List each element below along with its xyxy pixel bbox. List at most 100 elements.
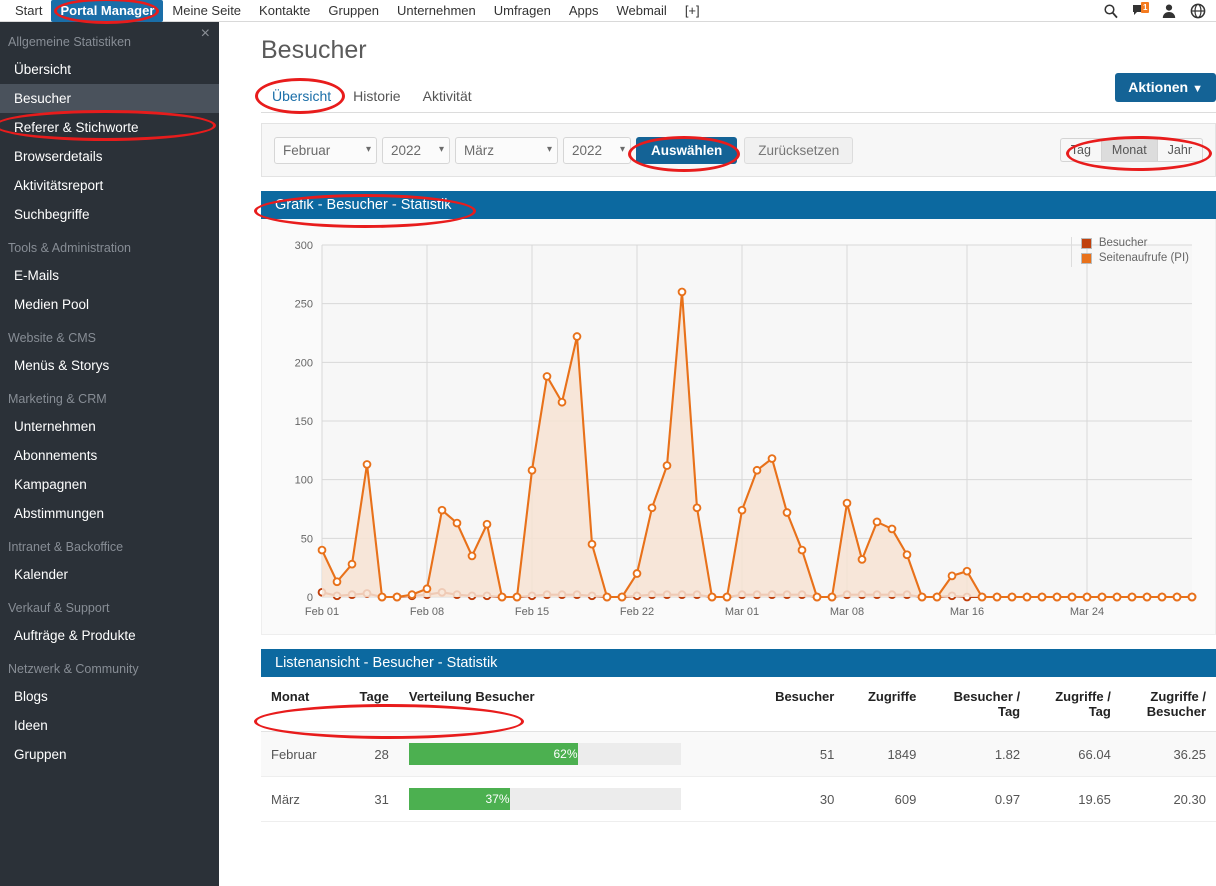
sidebar-item-ideen[interactable]: Ideen bbox=[0, 711, 219, 740]
cell-zugriffe-tag: 19.65 bbox=[1030, 776, 1121, 822]
sidebar-item-men-s-storys[interactable]: Menüs & Storys bbox=[0, 351, 219, 380]
auswaehlen-button[interactable]: Auswählen bbox=[636, 136, 738, 164]
cell-tage: 31 bbox=[339, 776, 399, 822]
from-year-select[interactable]: 2022 bbox=[382, 136, 450, 164]
sidebar-group-title: Verkauf & Support bbox=[8, 601, 110, 615]
nav-item-unternehmen[interactable]: Unternehmen bbox=[388, 0, 485, 22]
nav-item-webmail[interactable]: Webmail bbox=[607, 0, 675, 22]
sidebar-item-gruppen[interactable]: Gruppen bbox=[0, 740, 219, 769]
top-navbar-icons: 1 bbox=[1103, 1, 1216, 19]
filter-bar: Februar ▾ 2022 ▾ März ▾ 2022 ▾ Auswählen… bbox=[261, 123, 1216, 177]
sidebar: × Allgemeine Statistiken Übersicht Besuche… bbox=[0, 22, 219, 886]
legend-item-seitenaufrufe[interactable]: Seitenaufrufe (PI) bbox=[1080, 252, 1189, 264]
legend-item-besucher[interactable]: Besucher bbox=[1080, 237, 1189, 249]
sidebar-item-bersicht[interactable]: Übersicht bbox=[0, 55, 219, 84]
y-tick-label: 300 bbox=[295, 240, 313, 252]
legend-label-besucher: Besucher bbox=[1098, 237, 1148, 249]
cell-besucher: 30 bbox=[749, 776, 845, 822]
globe-icon[interactable] bbox=[1190, 3, 1206, 19]
sidebar-item-blogs[interactable]: Blogs bbox=[0, 682, 219, 711]
table-header-c-zug: Zugriffe bbox=[844, 677, 927, 732]
progress-track: 62% bbox=[408, 743, 681, 765]
sidebar-item-kalender[interactable]: Kalender bbox=[0, 560, 219, 589]
cell-zugriffe: 1849 bbox=[844, 731, 927, 777]
visitors-chart: 0 50 100 150 200 250 300 Feb 01 Feb 08 Feb 15 Feb … bbox=[295, 240, 1197, 618]
sidebar-item-auftr-ge-produkte[interactable]: Aufträge & Produkte bbox=[0, 621, 219, 650]
from-year-wrap: 2022 ▾ bbox=[382, 136, 455, 164]
sidebar-item-aktivit-tsreport[interactable]: Aktivitätsreport bbox=[0, 171, 219, 200]
granularity-jahr[interactable]: Jahr bbox=[1156, 138, 1203, 162]
sidebar-group-title: Tools & Administration bbox=[8, 241, 131, 255]
y-tick-label: 50 bbox=[301, 533, 313, 545]
nav-item-gruppen[interactable]: Gruppen bbox=[319, 0, 388, 22]
table-row[interactable]: März 31 37% 30 609 0.97 19.65 20.30 bbox=[261, 776, 1216, 822]
sidebar-item-kampagnen[interactable]: Kampagnen bbox=[0, 470, 219, 499]
to-month-select[interactable]: März bbox=[455, 136, 558, 164]
cell-zugriffe-tag: 66.04 bbox=[1030, 731, 1121, 777]
cell-zugriffe-besucher: 20.30 bbox=[1120, 776, 1216, 822]
sidebar-item-abstimmungen[interactable]: Abstimmungen bbox=[0, 499, 219, 528]
granularity-tag[interactable]: Tag bbox=[1059, 138, 1101, 162]
from-month-select[interactable]: Februar bbox=[274, 136, 377, 164]
table-header-c-bes: Besucher bbox=[749, 677, 845, 732]
cell-zugriffe: 609 bbox=[844, 776, 927, 822]
sidebar-item-suchbegriffe[interactable]: Suchbegriffe bbox=[0, 200, 219, 229]
nav-item-[interactable]: [+] bbox=[676, 0, 709, 22]
nav-item-meine-seite[interactable]: Meine Seite bbox=[163, 0, 250, 22]
sidebar-group-title: Allgemeine Statistiken bbox=[8, 35, 131, 49]
table-header-c-zt: Zugriffe / Tag bbox=[1030, 677, 1121, 732]
y-tick-label: 200 bbox=[295, 357, 313, 369]
tabs-holder: Übersicht Historie Aktivität bbox=[261, 88, 483, 104]
list-panel-title: Listenansicht - Besucher - Statistik bbox=[261, 649, 1216, 677]
y-tick-label: 0 bbox=[307, 592, 313, 604]
nav-item-apps[interactable]: Apps bbox=[560, 0, 608, 22]
sidebar-item-abonnements[interactable]: Abonnements bbox=[0, 441, 219, 470]
cell-besucher: 51 bbox=[749, 731, 845, 777]
x-tick-label: Feb 08 bbox=[410, 606, 444, 618]
close-icon[interactable]: × bbox=[201, 26, 210, 42]
from-month-wrap: Februar ▾ bbox=[274, 136, 382, 164]
sidebar-item-browserdetails[interactable]: Browserdetails bbox=[0, 142, 219, 171]
aktionen-button[interactable]: Aktionen ▼ bbox=[1115, 73, 1216, 102]
aktionen-label: Aktionen bbox=[1128, 79, 1189, 95]
x-tick-label: Mar 01 bbox=[725, 606, 759, 618]
sidebar-group-title: Marketing & CRM bbox=[8, 392, 107, 406]
y-tick-label: 250 bbox=[295, 299, 313, 311]
tab-historie[interactable]: Historie bbox=[342, 83, 411, 111]
sidebar-group-title: Website & CMS bbox=[8, 331, 96, 345]
table-row[interactable]: Februar 28 62% 51 1849 1.82 66.04 36.25 bbox=[261, 731, 1216, 777]
top-navbar-items: Start Portal Manager Meine Seite Kontakte Gr… bbox=[0, 0, 709, 22]
sidebar-item-medien-pool[interactable]: Medien Pool bbox=[0, 290, 219, 319]
sidebar-item-e-mails[interactable]: E-Mails bbox=[0, 261, 219, 290]
zuruecksetzen-button[interactable]: Zurücksetzen bbox=[744, 136, 854, 164]
tab-aktivit-t[interactable]: Aktivität bbox=[412, 83, 483, 111]
sidebar-item-unternehmen[interactable]: Unternehmen bbox=[0, 412, 219, 441]
cell-tage: 28 bbox=[339, 731, 399, 777]
nav-item-portal-manager[interactable]: Portal Manager bbox=[51, 0, 164, 22]
to-year-wrap: 2022 ▾ bbox=[563, 136, 636, 164]
messages-icon[interactable]: 1 bbox=[1132, 1, 1150, 19]
progress-fill: 62% bbox=[408, 743, 578, 765]
table-header-c-bt: Besucher / Tag bbox=[926, 677, 1031, 732]
to-year-select[interactable]: 2022 bbox=[563, 136, 631, 164]
cell-verteilung: 62% bbox=[398, 731, 750, 777]
user-icon[interactable] bbox=[1161, 3, 1177, 19]
table-body: Februar 28 62% 51 1849 1.82 66.04 36.25 März 31 37… bbox=[261, 731, 1216, 822]
cell-besucher-tag: 0.97 bbox=[926, 776, 1031, 822]
tab-bar: Übersicht Historie Aktivität Aktionen ▼ bbox=[261, 73, 1216, 113]
tab--bersicht[interactable]: Übersicht bbox=[261, 83, 342, 111]
page-title: Besucher bbox=[261, 36, 367, 64]
nav-item-start[interactable]: Start bbox=[6, 0, 51, 22]
sidebar-item-referer-stichworte[interactable]: Referer & Stichworte bbox=[0, 113, 219, 142]
list-panel: Monat Tage Verteilung Besucher Besucher Zugr… bbox=[261, 677, 1216, 822]
legend-swatch-besucher bbox=[1080, 237, 1092, 249]
search-icon[interactable] bbox=[1103, 3, 1119, 19]
granularity-monat[interactable]: Monat bbox=[1100, 138, 1157, 162]
chart-legend: Besucher Seitenaufrufe (PI) bbox=[1070, 237, 1189, 267]
table-header-c-vert: Verteilung Besucher bbox=[398, 677, 750, 732]
nav-item-kontakte[interactable]: Kontakte bbox=[250, 0, 319, 22]
chevron-down-icon: ▼ bbox=[1192, 83, 1203, 95]
sidebar-item-besucher[interactable]: Besucher bbox=[0, 84, 219, 113]
sidebar-group-title: Netzwerk & Community bbox=[8, 662, 139, 676]
nav-item-umfragen[interactable]: Umfragen bbox=[485, 0, 560, 22]
